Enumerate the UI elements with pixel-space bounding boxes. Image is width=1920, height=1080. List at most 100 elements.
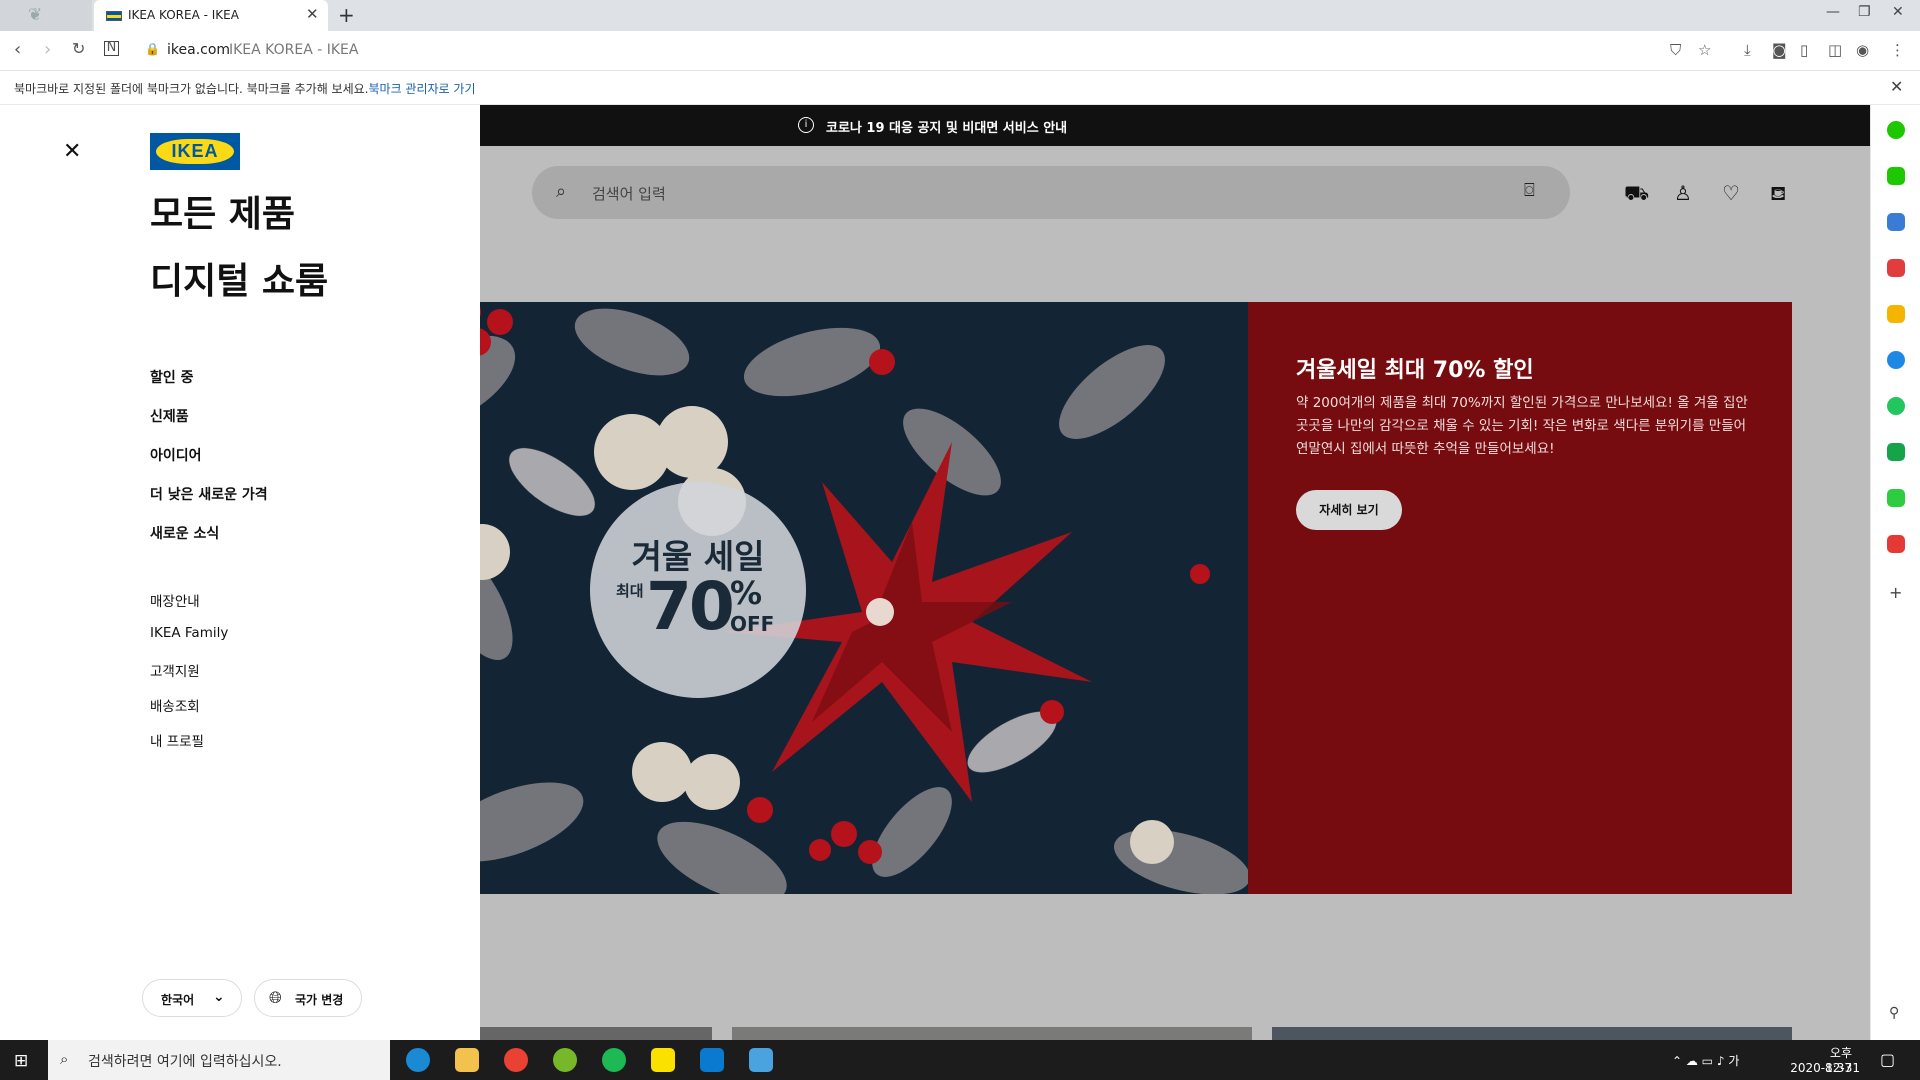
naver-ext-icon[interactable] bbox=[1887, 121, 1905, 139]
country-change-button[interactable]: 🌐︎ 국가 변경 bbox=[254, 979, 362, 1017]
utorrent-app-icon[interactable] bbox=[553, 1048, 577, 1072]
chat-ext-icon[interactable] bbox=[1887, 167, 1905, 185]
account-icon[interactable]: ♙ bbox=[1674, 181, 1692, 205]
menu-new-lower-price[interactable]: 더 낮은 새로운 가격 bbox=[150, 484, 268, 504]
hero-title: 겨울세일 최대 70% 할인 bbox=[1296, 358, 1534, 383]
covid-banner-text[interactable]: 코로나 19 대응 공지 및 비대면 서비스 안내 bbox=[826, 117, 1067, 136]
browser-tab-bar: ❦ IKEA KOREA - IKEA ✕ + — ❐ ✕ bbox=[0, 0, 1920, 31]
windows-start-icon[interactable]: ⊞ bbox=[14, 1051, 28, 1071]
pinned-tab[interactable]: ❦ bbox=[0, 0, 92, 31]
menu-all-products[interactable]: 모든 제품 bbox=[150, 185, 295, 237]
shield-icon[interactable]: ⛉ bbox=[1670, 41, 1681, 59]
chevron-down-icon: ⌄ bbox=[213, 989, 225, 1005]
floral-pattern bbox=[392, 302, 1248, 894]
lock-icon[interactable]: 🔒 bbox=[145, 42, 160, 56]
menu-news[interactable]: 새로운 소식 bbox=[150, 523, 219, 543]
camera-icon[interactable]: ◙ bbox=[1772, 41, 1787, 59]
camera-search-icon[interactable]: ⌼ bbox=[1524, 180, 1535, 201]
sale-badge: 겨울 세일 최대 70 % OFF bbox=[590, 482, 806, 698]
menu-customer-support[interactable]: 고객지원 bbox=[150, 660, 200, 680]
url-host[interactable]: ikea.com bbox=[167, 42, 230, 58]
menu-digital-showroom[interactable]: 디지털 쇼룸 bbox=[150, 252, 328, 304]
menu-store-info[interactable]: 매장안내 bbox=[150, 590, 200, 610]
ikea-logo[interactable]: IKEA bbox=[150, 133, 240, 170]
favorites-ext-icon[interactable] bbox=[1887, 305, 1905, 323]
memo-ext-icon[interactable] bbox=[1887, 489, 1905, 507]
menu-delivery-tracking[interactable]: 배송조회 bbox=[150, 695, 200, 715]
notification-icon[interactable]: ▢ bbox=[1880, 1050, 1895, 1069]
wishlist-heart-icon[interactable]: ♡ bbox=[1722, 181, 1740, 205]
menu-my-profile[interactable]: 내 프로필 bbox=[150, 730, 204, 750]
globe-icon: 🌐︎ bbox=[269, 988, 282, 1007]
bookmark-message-text: 북마크바로 지정된 폴더에 북마크가 없습니다. 북마크를 추가해 보세요. bbox=[14, 82, 369, 96]
active-tab[interactable]: IKEA KOREA - IKEA ✕ bbox=[94, 0, 328, 31]
cart-icon[interactable]: ⛾ bbox=[1770, 181, 1786, 208]
ime-indicator[interactable]: 가 bbox=[1728, 1054, 1739, 1068]
restore-icon[interactable]: ❐ bbox=[1858, 4, 1871, 20]
pin-icon[interactable]: ⚲ bbox=[1889, 1005, 1899, 1021]
menu-new-products[interactable]: 신제품 bbox=[150, 406, 189, 426]
chrome-app-icon[interactable] bbox=[504, 1048, 528, 1072]
reader-icon[interactable]: ▯ bbox=[1800, 41, 1808, 59]
tab-close-icon[interactable]: ✕ bbox=[306, 5, 319, 23]
search-placeholder[interactable]: 검색어 입력 bbox=[592, 183, 666, 204]
bird-icon: ❦ bbox=[28, 5, 43, 25]
file-explorer-icon[interactable] bbox=[455, 1048, 479, 1072]
edge-app-icon[interactable] bbox=[406, 1048, 430, 1072]
menu-ideas[interactable]: 아이디어 bbox=[150, 445, 202, 465]
download-icon[interactable]: ⤓ bbox=[1744, 41, 1751, 59]
spotify-app-icon[interactable] bbox=[602, 1048, 626, 1072]
hero-promo-panel: 겨울세일 최대 70% 할인 약 200여개의 제품을 최대 70%까지 할인된… bbox=[1248, 302, 1792, 894]
windows-taskbar: ⊞ ⌕ 검색하려면 여기에 입력하십시오. ⌃ ☁ ▭ ♪ 가 오후 8:37 … bbox=[0, 1040, 1920, 1080]
bookmark-bar-close-icon[interactable]: ✕ bbox=[1890, 77, 1903, 96]
tab-title: IKEA KOREA - IKEA bbox=[128, 8, 239, 22]
star-icon[interactable]: ☆ bbox=[1698, 41, 1711, 59]
badge-off: OFF bbox=[730, 612, 775, 636]
translate-ext-icon[interactable] bbox=[1887, 351, 1905, 369]
now-ext-icon[interactable] bbox=[1887, 535, 1905, 553]
clock-date[interactable]: 2020-12-31 bbox=[1790, 1061, 1860, 1075]
whale-browser-app-icon[interactable] bbox=[749, 1048, 773, 1072]
language-label: 한국어 bbox=[161, 993, 195, 1007]
sidebar-toggle-icon[interactable]: ◫ bbox=[1828, 41, 1842, 59]
badge-prefix: 최대 bbox=[616, 582, 644, 600]
favicon-icon bbox=[106, 11, 122, 21]
bookmark-manager-link[interactable]: 북마크 관리자로 가기 bbox=[369, 82, 476, 96]
calendar-ext-icon[interactable] bbox=[1887, 213, 1905, 231]
naver-icon[interactable]: N bbox=[104, 41, 119, 56]
delivery-truck-icon[interactable]: ⛟ bbox=[1624, 181, 1649, 208]
search-bar[interactable]: ⌕ 검색어 입력 ⌼ bbox=[532, 166, 1570, 219]
taskbar-search[interactable]: ⌕ 검색하려면 여기에 입력하십시오. bbox=[48, 1040, 390, 1080]
product-thumbnail[interactable] bbox=[732, 1027, 1252, 1040]
new-tab-button[interactable]: + bbox=[338, 3, 355, 27]
url-page-title[interactable]: IKEA KOREA - IKEA bbox=[229, 42, 358, 58]
forward-icon[interactable]: › bbox=[44, 39, 51, 60]
player-ext-icon[interactable] bbox=[1887, 397, 1905, 415]
menu-close-icon[interactable]: ✕ bbox=[63, 139, 81, 164]
add-extension-icon[interactable]: + bbox=[1889, 583, 1902, 602]
logo-text: IKEA bbox=[156, 139, 234, 164]
menu-on-sale[interactable]: 할인 중 bbox=[150, 367, 194, 387]
profile-icon[interactable]: ◉ bbox=[1856, 41, 1869, 59]
bookmark-message: 북마크바로 지정된 폴더에 북마크가 없습니다. 북마크를 추가해 보세요.북마… bbox=[14, 80, 476, 97]
menu-icon[interactable]: ⋮ bbox=[1890, 41, 1905, 59]
kakaotalk-app-icon[interactable] bbox=[651, 1048, 675, 1072]
see-more-button[interactable]: 자세히 보기 bbox=[1296, 490, 1402, 530]
minimize-icon[interactable]: — bbox=[1826, 4, 1840, 20]
system-tray[interactable]: ⌃ ☁ ▭ ♪ 가 bbox=[1672, 1052, 1739, 1069]
window-close-icon[interactable]: ✕ bbox=[1892, 4, 1904, 20]
hero-image[interactable]: 겨울 세일 최대 70 % OFF bbox=[392, 302, 1248, 894]
vscode-app-icon[interactable] bbox=[700, 1048, 724, 1072]
language-select[interactable]: 한국어 ⌄ bbox=[142, 979, 242, 1017]
hero-description: 약 200여개의 제품을 최대 70%까지 할인된 가격으로 만나보세요! 올 … bbox=[1296, 395, 1748, 457]
menu-ikea-family[interactable]: IKEA Family bbox=[150, 625, 228, 641]
reload-icon[interactable]: ↻ bbox=[72, 39, 85, 58]
search-icon: ⌕ bbox=[556, 181, 567, 202]
webtoon-ext-icon[interactable] bbox=[1887, 443, 1905, 461]
taskbar-search-placeholder[interactable]: 검색하려면 여기에 입력하십시오. bbox=[88, 1051, 282, 1071]
badge-value: 70 bbox=[646, 568, 735, 645]
product-thumbnail[interactable] bbox=[1272, 1027, 1792, 1040]
pocket-ext-icon[interactable] bbox=[1887, 259, 1905, 277]
back-icon[interactable]: ‹ bbox=[14, 39, 21, 60]
bookmark-bar: 북마크바로 지정된 폴더에 북마크가 없습니다. 북마크를 추가해 보세요.북마… bbox=[0, 71, 1920, 105]
